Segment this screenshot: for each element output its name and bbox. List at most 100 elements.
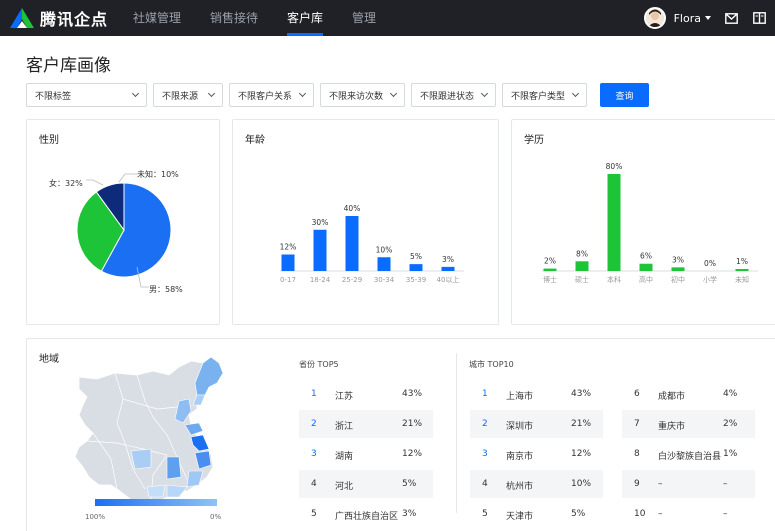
education-bar-chart: 2% 博士 8% 硕士 80% 本科 6% 高中 3% 初中 0% 小学 1% 未知 — [542, 162, 758, 284]
x-tick-label-2: 25-29 — [342, 276, 362, 284]
user-menu[interactable]: Flora — [674, 12, 711, 25]
nav-sales[interactable]: 销售接待 — [200, 0, 268, 36]
top-navbar: 腾讯企点 社媒管理 销售接待 客户库 管理 Flora — [0, 0, 775, 36]
rank-number: 2 — [311, 419, 317, 429]
page-title: 客户库画像 — [26, 56, 111, 76]
visits-select[interactable]: 不限来访次数 — [320, 83, 405, 107]
rank-number: 8 — [634, 449, 640, 459]
bar-3[interactable] — [639, 263, 653, 271]
list-item[interactable]: 5 广西壮族自治区 3% — [299, 500, 433, 528]
bar-0[interactable] — [543, 268, 557, 271]
bar-3[interactable] — [377, 257, 391, 271]
customer-type-select[interactable]: 不限客户类型 — [502, 83, 587, 107]
x-tick-label-5: 40以上 — [437, 275, 460, 284]
rank-percent: 43% — [571, 389, 592, 399]
age-bar-chart: 12% 0-17 30% 18-24 40% 25-29 10% 30-34 5% 35-39 3%… — [280, 204, 464, 284]
list-item[interactable]: 4 杭州市 10% — [470, 470, 603, 498]
rank-percent: 1% — [723, 449, 738, 459]
rank-name: 河北 — [335, 482, 354, 492]
list-item[interactable]: 4 河北 5% — [299, 470, 433, 498]
main-content: 客户库画像 不限标签 不限来源 不限客户关系 不限来访次数 不限跟进状态 不限客… — [0, 36, 775, 531]
chevron-down-icon — [131, 89, 140, 98]
main-nav: 社媒管理 销售接待 客户库 管理 — [123, 0, 395, 36]
divider — [456, 353, 457, 513]
bar-2[interactable] — [607, 174, 621, 271]
list-item[interactable]: 8 白沙黎族自治县 1% — [622, 440, 755, 468]
rank-number: 3 — [482, 449, 488, 459]
bar-value-label-3: 10% — [376, 245, 393, 254]
list-item[interactable]: 3 南京市 12% — [470, 440, 603, 468]
rank-name: 成都市 — [658, 392, 686, 402]
mail-icon[interactable] — [723, 10, 739, 26]
rank-percent: 4% — [723, 389, 738, 399]
list-item[interactable]: 5 天津市 5% — [470, 500, 603, 528]
chevron-down-icon — [207, 89, 216, 98]
list-item[interactable]: 1 上海市 43% — [470, 380, 603, 408]
rank-number: 10 — [634, 509, 646, 519]
chevron-down-icon — [571, 89, 580, 98]
x-tick-label-1: 硕士 — [575, 275, 589, 284]
rank-number: 6 — [634, 389, 640, 399]
rank-percent: 3% — [402, 509, 417, 519]
bar-4[interactable] — [671, 267, 685, 271]
city-header: 城市 TOP10 — [469, 360, 514, 369]
bar-6[interactable] — [735, 269, 749, 271]
bar-0[interactable] — [281, 254, 295, 272]
list-item[interactable]: 9 – – — [622, 470, 755, 498]
leader-line-female — [86, 179, 104, 186]
rank-number: 2 — [482, 419, 488, 429]
rank-number: 4 — [482, 479, 488, 489]
bar-value-label-1: 8% — [576, 249, 588, 258]
nav-admin[interactable]: 管理 — [342, 0, 386, 36]
rank-percent: 12% — [402, 449, 423, 459]
bar-1[interactable] — [575, 261, 589, 271]
nav-customers[interactable]: 客户库 — [277, 0, 333, 36]
avatar[interactable] — [643, 7, 666, 29]
list-item[interactable]: 10 – – — [622, 500, 755, 528]
chevron-down-icon — [480, 89, 489, 98]
rank-name: – — [658, 509, 663, 519]
bar-value-label-1: 30% — [312, 218, 329, 227]
bar-value-label-0: 12% — [280, 243, 297, 252]
map-legend-max: 100% — [85, 513, 105, 521]
list-item[interactable]: 7 重庆市 2% — [622, 410, 755, 438]
rank-name: 上海市 — [506, 392, 534, 402]
list-item[interactable]: 3 湖南 12% — [299, 440, 433, 468]
book-icon[interactable] — [751, 10, 767, 26]
gender-card: 性别 女：32% 未知：10% 男：58% — [26, 119, 220, 325]
rank-name: 重庆市 — [658, 422, 686, 432]
bar-value-label-2: 40% — [344, 204, 361, 213]
rank-percent: – — [723, 479, 728, 489]
x-tick-label-2: 本科 — [607, 275, 621, 284]
followup-select-value: 不限跟进状态 — [420, 91, 475, 102]
app-logo[interactable]: 腾讯企点 — [8, 6, 108, 30]
relation-select[interactable]: 不限客户关系 — [229, 83, 314, 107]
tag-select-value: 不限标签 — [35, 91, 72, 102]
query-button[interactable]: 查询 — [600, 83, 649, 107]
tag-select[interactable]: 不限标签 — [26, 83, 147, 107]
app-name: 腾讯企点 — [40, 10, 109, 29]
bar-5[interactable] — [441, 266, 455, 271]
followup-select[interactable]: 不限跟进状态 — [411, 83, 496, 107]
x-tick-label-3: 30-34 — [374, 276, 395, 284]
province-header: 省份 TOP5 — [299, 360, 339, 369]
bar-2[interactable] — [345, 216, 359, 271]
rank-number: 1 — [482, 389, 488, 399]
x-tick-label-6: 未知 — [735, 275, 749, 284]
list-item[interactable]: 2 浙江 21% — [299, 410, 433, 438]
list-item[interactable]: 6 成都市 4% — [622, 380, 755, 408]
bar-value-label-4: 5% — [410, 252, 422, 261]
rank-percent: 5% — [571, 509, 586, 519]
region-card: 地域 100% 0% 省份 TOP5 城市 TOP10 1 江苏 43% 2 浙… — [26, 338, 775, 531]
rank-number: 4 — [311, 479, 317, 489]
nav-social[interactable]: 社媒管理 — [123, 0, 191, 36]
rank-name: 湖南 — [335, 452, 354, 462]
rank-number: 9 — [634, 479, 640, 489]
bar-4[interactable] — [409, 264, 423, 271]
source-select[interactable]: 不限来源 — [153, 83, 223, 107]
rank-number: 5 — [482, 509, 488, 519]
list-item[interactable]: 2 深圳市 21% — [470, 410, 603, 438]
bar-1[interactable] — [313, 229, 327, 271]
age-card: 年龄 12% 0-17 30% 18-24 40% 25-29 10% 30-34 5% 35-3… — [232, 119, 499, 325]
list-item[interactable]: 1 江苏 43% — [299, 380, 433, 408]
